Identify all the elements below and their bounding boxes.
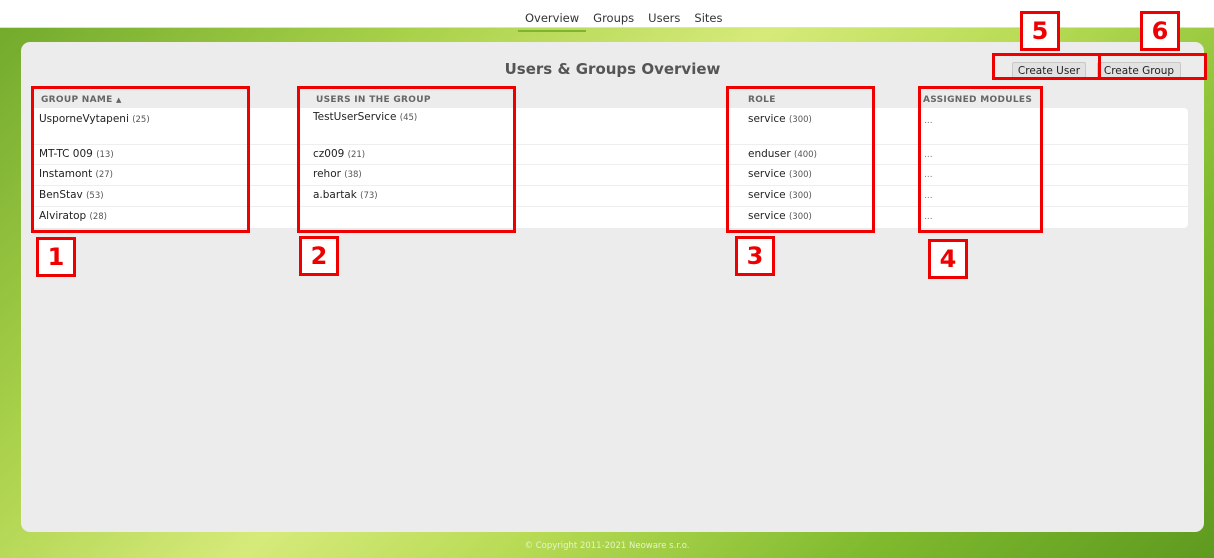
annotation-box-group-name (31, 86, 250, 233)
tab-sites[interactable]: Sites (687, 7, 729, 32)
annotation-box-users (297, 86, 516, 233)
copyright-footer: © Copyright 2011-2021 Neoware s.r.o. (524, 541, 690, 551)
annotation-label-4: 4 (928, 239, 968, 279)
annotation-box-create-user (992, 53, 1101, 80)
annotation-box-role (726, 86, 875, 233)
annotation-box-modules (918, 86, 1043, 233)
main-nav: Overview Groups Users Sites (518, 7, 729, 32)
annotation-label-1: 1 (36, 237, 76, 277)
annotation-label-3: 3 (735, 236, 775, 276)
annotation-box-create-group (1098, 53, 1207, 80)
tab-overview[interactable]: Overview (518, 7, 587, 32)
annotation-label-5: 5 (1020, 11, 1060, 51)
tab-groups[interactable]: Groups (586, 7, 641, 32)
annotation-label-2: 2 (299, 236, 339, 276)
tab-users[interactable]: Users (641, 7, 687, 32)
annotation-label-6: 6 (1140, 11, 1180, 51)
